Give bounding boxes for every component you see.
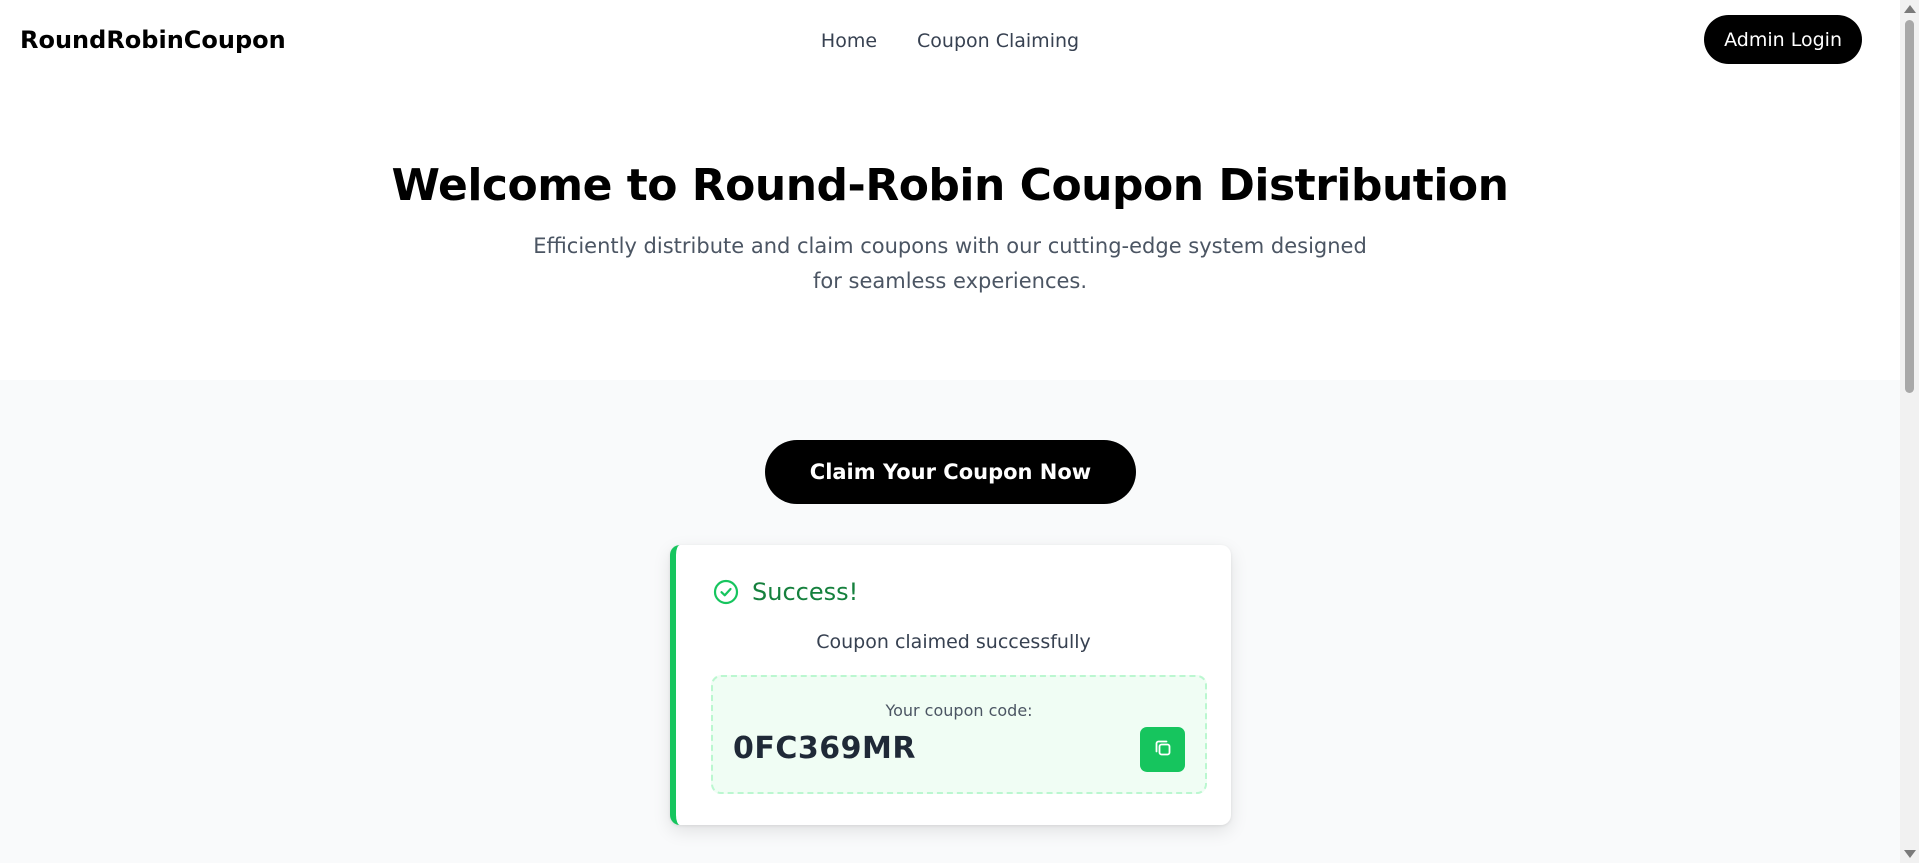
copy-code-button[interactable]: [1140, 727, 1185, 772]
coupon-code-box: Your coupon code: 0FC369MR: [711, 675, 1207, 794]
page: RoundRobinCoupon Home Coupon Claiming Ad…: [0, 0, 1900, 863]
hero-section: Welcome to Round-Robin Coupon Distributi…: [0, 82, 1900, 380]
success-card: Success! Coupon claimed successfully You…: [670, 545, 1231, 825]
nav-link-home[interactable]: Home: [821, 30, 877, 52]
main-nav: Home Coupon Claiming: [0, 30, 1900, 52]
success-message: Coupon claimed successfully: [816, 631, 1091, 653]
success-header: Success!: [712, 578, 858, 606]
scroll-up-arrow-icon[interactable]: [1904, 5, 1916, 13]
admin-login-button[interactable]: Admin Login: [1704, 15, 1862, 64]
check-circle-icon: [712, 578, 740, 606]
claim-section: Claim Your Coupon Now Success! Coupon cl…: [0, 380, 1900, 863]
copy-icon: [1152, 737, 1174, 762]
coupon-code-label: Your coupon code:: [885, 701, 1033, 720]
nav-link-coupon-claiming[interactable]: Coupon Claiming: [917, 30, 1079, 52]
hero-subtitle: Efficiently distribute and claim coupons…: [533, 234, 1367, 293]
success-title: Success!: [752, 578, 859, 606]
claim-coupon-button[interactable]: Claim Your Coupon Now: [765, 440, 1136, 504]
page-scrollbar[interactable]: [1900, 0, 1919, 863]
scroll-down-arrow-icon[interactable]: [1904, 850, 1916, 858]
scroll-thumb[interactable]: [1905, 20, 1914, 393]
site-header: RoundRobinCoupon Home Coupon Claiming Ad…: [0, 0, 1900, 82]
hero-title: Welcome to Round-Robin Coupon Distributi…: [391, 160, 1509, 211]
coupon-code-value[interactable]: 0FC369MR: [733, 731, 916, 766]
